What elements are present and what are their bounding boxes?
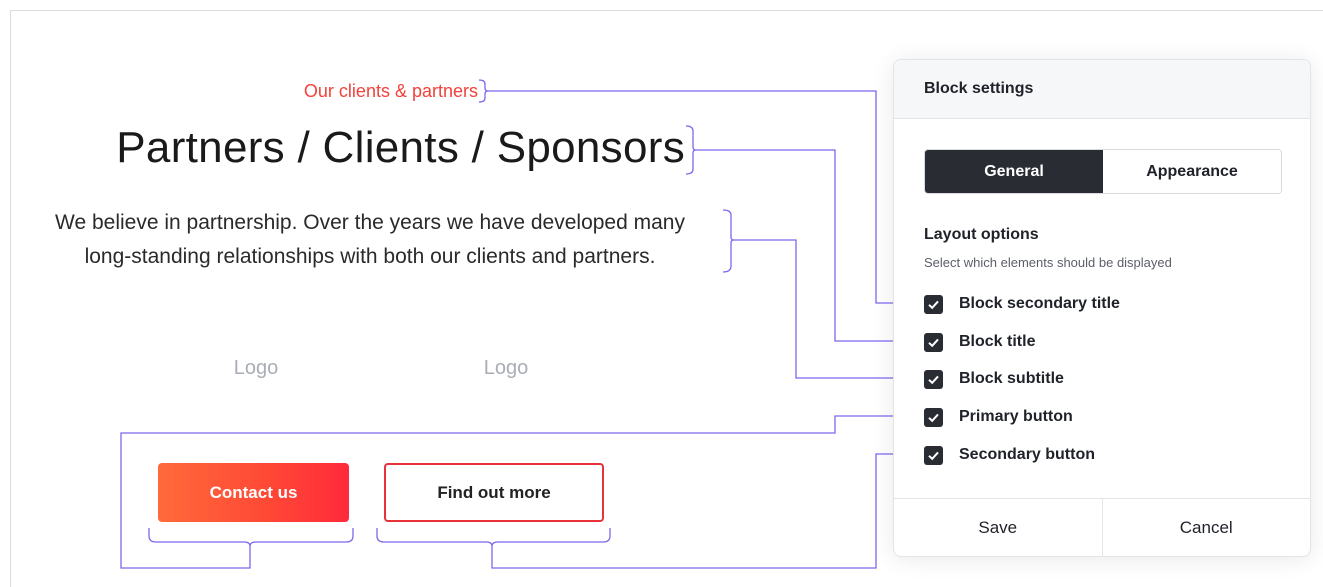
checkbox-checked[interactable] [924,369,943,389]
checkmark-icon [928,300,939,309]
option-primary-button[interactable]: Primary button [924,405,1073,429]
connector-subtitle [722,209,918,379]
option-label: Block secondary title [959,295,1120,312]
layout-options-description: Select which elements should be displaye… [924,255,1172,270]
checkbox-checked[interactable] [924,445,943,465]
panel-footer: Save Cancel [894,498,1310,556]
checkmark-icon [928,375,939,384]
checkmark-icon [928,451,939,460]
checkmark-icon [928,413,939,422]
option-secondary-button[interactable]: Secondary button [924,443,1095,467]
checkmark-icon [928,338,939,347]
checkbox-checked[interactable] [924,294,943,314]
logo-placeholder-1: Logo [233,357,279,379]
option-block-secondary-title[interactable]: Block secondary title [924,292,1120,316]
layout-options-heading: Layout options [924,226,1039,243]
save-button[interactable]: Save [894,499,1103,556]
option-label: Primary button [959,408,1073,425]
block-subtitle: We believe in partnership. Over the year… [20,206,720,274]
logo-placeholder-2: Logo [483,357,529,379]
tab-general[interactable]: General [925,150,1103,193]
find-out-more-button[interactable]: Find out more [384,463,604,522]
option-label: Block title [959,333,1036,350]
option-label: Secondary button [959,446,1096,463]
panel-header: Block settings [894,60,1310,119]
block-secondary-title: Our clients & partners [303,81,478,101]
block-title: Partners / Clients / Sponsors [116,123,685,172]
contact-us-button[interactable]: Contact us [158,463,349,522]
tab-appearance[interactable]: Appearance [1103,150,1281,193]
checkbox-checked[interactable] [924,332,943,352]
block-settings-panel: Block settings General Appearance Layout… [893,59,1311,557]
subtitle-line-2: long-standing relationships with both ou… [84,245,656,268]
checkbox-checked[interactable] [924,407,943,427]
option-block-subtitle[interactable]: Block subtitle [924,367,1064,391]
subtitle-line-1: We believe in partnership. Over the year… [55,211,685,234]
connector-title [685,125,918,342]
panel-title: Block settings [924,80,1034,97]
settings-tabs: General Appearance [924,149,1282,194]
cancel-button[interactable]: Cancel [1103,499,1311,556]
option-block-title[interactable]: Block title [924,330,1035,354]
option-label: Block subtitle [959,370,1064,387]
